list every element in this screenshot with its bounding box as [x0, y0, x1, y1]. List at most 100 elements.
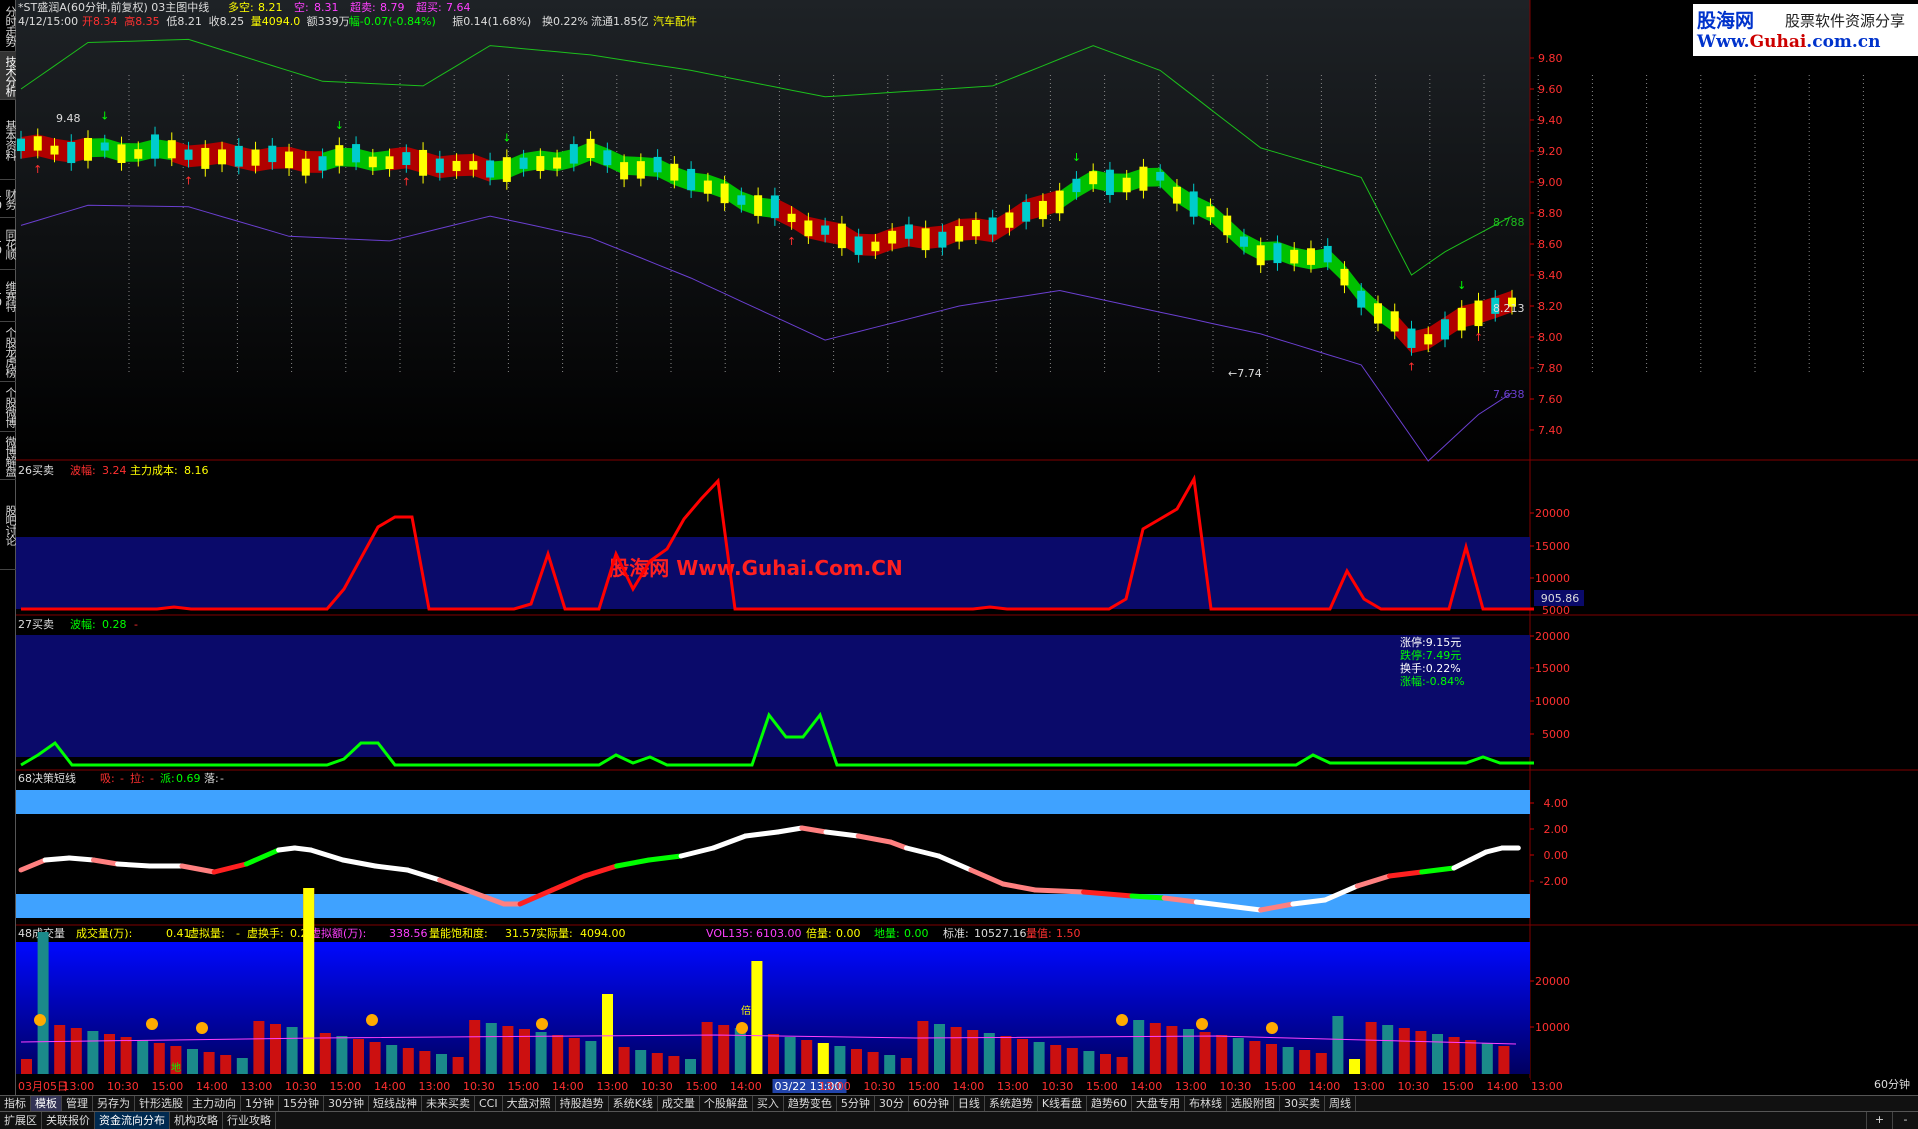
- panel3-label4: 落:: [204, 772, 219, 785]
- candle-body: [1022, 202, 1031, 222]
- indicator-tab-25[interactable]: K线看盘: [1038, 1096, 1088, 1111]
- candle-body: [586, 138, 595, 158]
- extension-tab-1[interactable]: 扩展区: [0, 1112, 42, 1129]
- indicator-tab-15[interactable]: 系统K线: [609, 1096, 658, 1111]
- zoom-buttons: + -: [1866, 1112, 1918, 1129]
- candle-body: [1005, 212, 1014, 228]
- oversold-label: 超买:: [416, 0, 442, 14]
- volume-bar: [402, 1048, 414, 1074]
- volume-bar: [1050, 1045, 1062, 1074]
- indicator-tab-22[interactable]: 60分钟: [909, 1096, 954, 1111]
- extension-tab-2[interactable]: 关联报价: [42, 1112, 95, 1129]
- indicator-tab-11[interactable]: 未来买卖: [422, 1096, 475, 1111]
- extension-tab-5[interactable]: 行业攻略: [223, 1112, 276, 1129]
- left-tab-3[interactable]: 基本资料: [0, 100, 16, 180]
- main-ytick-label: 7.80: [1538, 362, 1563, 375]
- indicator-tab-27[interactable]: 大盘专用: [1132, 1096, 1186, 1111]
- indicator-tab-17[interactable]: 个股解盘: [700, 1096, 753, 1111]
- volume-signal-icon: [1116, 1014, 1128, 1026]
- extension-tab-3[interactable]: 资金流向分布: [95, 1112, 170, 1129]
- main-ytick-label: 8.60: [1538, 238, 1563, 251]
- indicator-tab-6[interactable]: 主力动向: [188, 1096, 241, 1111]
- time-axis-label: 13:00: [419, 1080, 451, 1093]
- indicator-tab-12[interactable]: CCI: [475, 1096, 503, 1111]
- indicator-tab-31[interactable]: 周线: [1325, 1096, 1357, 1111]
- indicator-tab-28[interactable]: 布林线: [1185, 1096, 1228, 1111]
- main-ytick-label: 8.80: [1538, 207, 1563, 220]
- indicator-tab-8[interactable]: 15分钟: [279, 1096, 324, 1111]
- left-tab-1[interactable]: 分时走势: [0, 0, 16, 52]
- volume-bar: [1083, 1051, 1095, 1074]
- panel3-osc-segment: [66, 855, 96, 863]
- left-tab-6[interactable]: 维赛特10: [0, 270, 16, 322]
- panel2-info-4: 涨幅:-0.84%: [1400, 675, 1465, 688]
- candle-body: [653, 156, 662, 173]
- sell-arrow-icon: ↓: [335, 119, 344, 132]
- left-tab-9[interactable]: 微博解盘: [0, 432, 16, 480]
- time-axis-label: 10:30: [1042, 1080, 1074, 1093]
- zoom-out-button[interactable]: -: [1892, 1112, 1918, 1129]
- candle-body: [821, 225, 830, 235]
- chart-area[interactable]: *ST盛润A(60分钟,前复权) 03主图中线 多空: 8.21 空: 8.31 超卖: 8…: [16, 0, 1918, 1095]
- time-axis-label: 15:00: [152, 1080, 184, 1093]
- kong-label: 空:: [294, 0, 309, 14]
- left-tab-10[interactable]: 股吧讨论: [0, 480, 16, 570]
- mid-value: 8.213: [1493, 302, 1525, 315]
- volume-bar: [187, 1049, 198, 1074]
- indicator-tab-20[interactable]: 5分钟: [837, 1096, 875, 1111]
- indicator-tab-5[interactable]: 针形选股: [135, 1096, 188, 1111]
- indicator-tab-23[interactable]: 日线: [954, 1096, 985, 1111]
- indicator-tab-2[interactable]: 模板: [31, 1096, 62, 1111]
- left-tab-2[interactable]: 技术分析: [0, 52, 16, 100]
- panel1-label2: 主力成本:: [130, 463, 178, 477]
- buy-arrow-icon: ↑: [1474, 331, 1483, 344]
- volume-bar: [1332, 1016, 1344, 1074]
- left-tab-5[interactable]: 同花顺10: [0, 218, 16, 270]
- panel3-osc-segment: [243, 847, 282, 867]
- indicator-tab-10[interactable]: 短线战神: [369, 1096, 422, 1111]
- indicator-tab-9[interactable]: 30分钟: [324, 1096, 369, 1111]
- panel1-value2: 8.16: [184, 464, 209, 477]
- panel3-osc-segment: [115, 861, 153, 869]
- indicator-tab-21[interactable]: 30分: [875, 1096, 909, 1111]
- volume-bar: [1100, 1054, 1111, 1074]
- volume-bar: [834, 1046, 846, 1074]
- indicator-tab-3[interactable]: 管理: [62, 1096, 93, 1111]
- indicator-tab-4[interactable]: 另存为: [93, 1096, 135, 1111]
- indicator-tab-30[interactable]: 30买卖: [1280, 1096, 1326, 1111]
- candle-body: [636, 161, 645, 179]
- volume-bar: [635, 1050, 647, 1074]
- zoom-in-button[interactable]: +: [1866, 1112, 1892, 1129]
- left-tab-4[interactable]: 财务10: [0, 180, 16, 218]
- turnover-label: 换: [542, 14, 553, 28]
- candle-body: [218, 149, 227, 165]
- sell-arrow-icon: ↓: [502, 132, 511, 145]
- volume-bar: [502, 1026, 514, 1074]
- timeframe-label[interactable]: 60分钟: [1868, 1077, 1916, 1093]
- panel3-osc-segment: [308, 847, 346, 863]
- indicator-tab-7[interactable]: 1分钟: [241, 1096, 279, 1111]
- indicator-tab-19[interactable]: 趋势变色: [784, 1096, 837, 1111]
- indicator-tab-18[interactable]: 买入: [753, 1096, 784, 1111]
- candle-body: [1373, 303, 1382, 324]
- indicator-tab-16[interactable]: 成交量: [658, 1096, 700, 1111]
- indicator-tab-29[interactable]: 选股附图: [1227, 1096, 1281, 1111]
- extension-tab-4[interactable]: 机构攻略: [170, 1112, 223, 1129]
- indicator-tab-26[interactable]: 趋势60: [1087, 1096, 1133, 1111]
- indicator-tab-13[interactable]: 大盘对照: [503, 1096, 556, 1111]
- volume-header-v7: 6103.00: [756, 927, 802, 940]
- stock-analysis-window: 分时走势技术分析基本资料财务10同花顺10维赛特10个股龙虎榜个股微博微博解盘股…: [0, 0, 1918, 1129]
- volume-bar: [884, 1055, 896, 1074]
- time-axis-label: 03月05日: [18, 1080, 68, 1093]
- volume-bar: [54, 1025, 66, 1074]
- volume-bar: [1481, 1043, 1493, 1074]
- volume-header-l2: 虚拟量:: [188, 926, 225, 940]
- volume-di-label: 地: [171, 1061, 181, 1074]
- left-tab-7[interactable]: 个股龙虎榜: [0, 322, 16, 382]
- time-axis-label: 14:00: [1487, 1080, 1519, 1093]
- panel3-osc-segment: [710, 833, 748, 851]
- left-tab-8[interactable]: 个股微博: [0, 382, 16, 432]
- indicator-tab-14[interactable]: 持股趋势: [556, 1096, 609, 1111]
- indicator-tab-1[interactable]: 指标: [0, 1096, 31, 1111]
- indicator-tab-24[interactable]: 系统趋势: [985, 1096, 1038, 1111]
